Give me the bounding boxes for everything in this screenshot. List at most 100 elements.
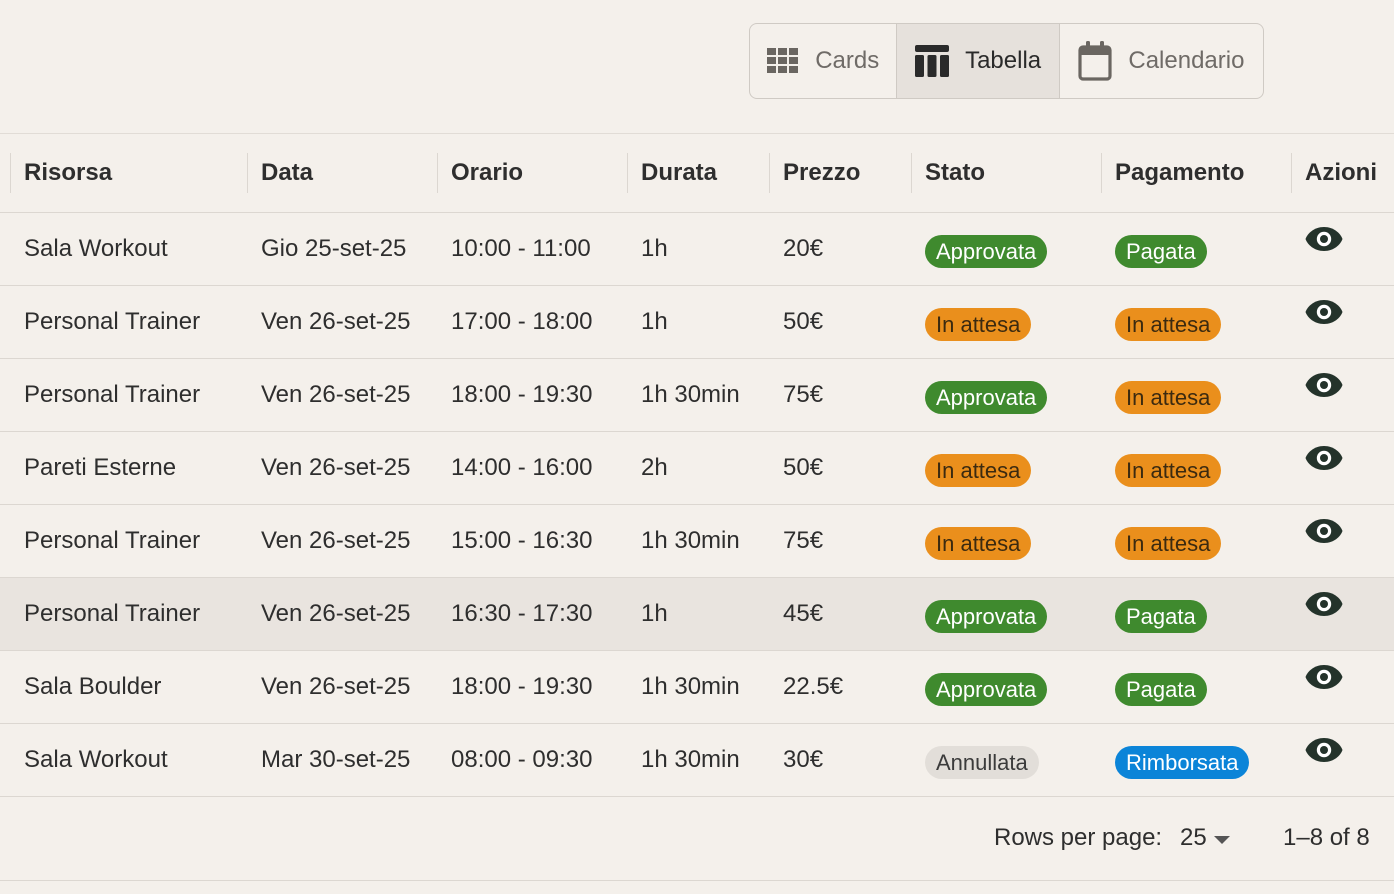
column-header-pagamento[interactable]: Pagamento bbox=[1115, 134, 1244, 212]
cell-durata: 1h 30min bbox=[641, 527, 740, 554]
cell-stato: In attesa bbox=[925, 286, 1032, 358]
cell-stato: Approvata bbox=[925, 213, 1048, 285]
bookings-table: Risorsa Data Orario Durata Prezzo Stato … bbox=[0, 133, 1394, 797]
payment-chip: Pagata bbox=[1115, 599, 1207, 633]
cell-risorsa: Sala Workout bbox=[24, 235, 168, 262]
cell-data: Ven 26-set-25 bbox=[261, 308, 411, 335]
bookings-page: Cards Tabella Calendario Risorsa Data Or… bbox=[0, 0, 1394, 894]
table-body: Sala Workout Gio 25-set-25 10:00 - 11:00 1h… bbox=[0, 213, 1394, 797]
rows-per-page-label: Rows per page: bbox=[994, 824, 1163, 851]
pagination-range: 1–8 of 8 bbox=[1283, 824, 1370, 851]
eye-icon[interactable] bbox=[1305, 664, 1343, 697]
calendar-icon bbox=[1078, 41, 1112, 81]
cell-prezzo: 50€ bbox=[783, 308, 824, 335]
table-row[interactable]: Personal Trainer Ven 26-set-25 18:00 - 19:… bbox=[0, 359, 1394, 432]
cell-risorsa: Pareti Esterne bbox=[24, 454, 177, 481]
cell-durata: 2h bbox=[641, 454, 668, 481]
cell-stato: In attesa bbox=[925, 505, 1032, 577]
column-header-durata[interactable]: Durata bbox=[641, 134, 717, 212]
column-header-data[interactable]: Data bbox=[261, 134, 313, 212]
view-cards-label: Cards bbox=[815, 47, 880, 74]
cell-stato: Approvata bbox=[925, 359, 1048, 431]
table-row[interactable]: Pareti Esterne Ven 26-set-25 14:00 - 16:00… bbox=[0, 432, 1394, 505]
cell-stato: In attesa bbox=[925, 432, 1032, 504]
cell-pagamento: In attesa bbox=[1115, 359, 1222, 431]
view-cards-button[interactable]: Cards bbox=[750, 24, 898, 98]
cell-pagamento: Pagata bbox=[1115, 578, 1207, 650]
eye-icon[interactable] bbox=[1305, 737, 1343, 770]
eye-icon[interactable] bbox=[1305, 372, 1343, 405]
cell-pagamento: Pagata bbox=[1115, 213, 1207, 285]
view-toggle-group: Cards Tabella Calendario bbox=[749, 23, 1264, 99]
table-row[interactable]: Personal Trainer Ven 26-set-25 15:00 - 16:… bbox=[0, 505, 1394, 578]
cell-azioni bbox=[1305, 724, 1343, 796]
eye-icon[interactable] bbox=[1305, 445, 1343, 478]
cell-prezzo: 20€ bbox=[783, 235, 824, 262]
eye-icon[interactable] bbox=[1305, 226, 1343, 259]
eye-icon[interactable] bbox=[1305, 299, 1343, 332]
cell-orario: 15:00 - 16:30 bbox=[451, 527, 593, 554]
view-table-label: Tabella bbox=[965, 47, 1042, 74]
cell-durata: 1h 30min bbox=[641, 746, 740, 773]
cell-data: Ven 26-set-25 bbox=[261, 527, 411, 554]
status-chip: In attesa bbox=[925, 526, 1032, 560]
cell-azioni bbox=[1305, 286, 1343, 358]
rows-per-page-select[interactable]: 25 bbox=[1180, 824, 1231, 852]
cell-data: Gio 25-set-25 bbox=[261, 235, 407, 262]
cell-pagamento: Pagata bbox=[1115, 651, 1207, 723]
payment-chip: Pagata bbox=[1115, 234, 1207, 268]
cell-orario: 10:00 - 11:00 bbox=[451, 235, 591, 262]
cell-orario: 18:00 - 19:30 bbox=[451, 381, 593, 408]
cell-risorsa: Personal Trainer bbox=[24, 600, 201, 627]
column-separator bbox=[437, 153, 438, 193]
view-calendar-label: Calendario bbox=[1128, 47, 1245, 74]
cell-prezzo: 22.5€ bbox=[783, 673, 844, 700]
payment-chip: In attesa bbox=[1115, 526, 1222, 560]
eye-icon[interactable] bbox=[1305, 591, 1343, 624]
column-separator bbox=[911, 153, 912, 193]
view-calendar-button[interactable]: Calendario bbox=[1060, 24, 1263, 98]
cell-azioni bbox=[1305, 505, 1343, 577]
column-header-risorsa[interactable]: Risorsa bbox=[24, 134, 112, 212]
cell-prezzo: 75€ bbox=[783, 381, 824, 408]
cell-durata: 1h 30min bbox=[641, 381, 740, 408]
cell-azioni bbox=[1305, 213, 1343, 285]
table-row[interactable]: Sala Boulder Ven 26-set-25 18:00 - 19:30 1h… bbox=[0, 651, 1394, 724]
column-separator bbox=[1291, 153, 1292, 193]
cell-pagamento: In attesa bbox=[1115, 286, 1222, 358]
payment-chip: In attesa bbox=[1115, 380, 1222, 414]
cell-stato: Approvata bbox=[925, 651, 1048, 723]
status-chip: Approvata bbox=[925, 672, 1048, 706]
cell-orario: 14:00 - 16:00 bbox=[451, 454, 593, 481]
column-separator bbox=[10, 153, 11, 193]
status-chip: Approvata bbox=[925, 599, 1048, 633]
column-header-prezzo[interactable]: Prezzo bbox=[783, 134, 860, 212]
cell-durata: 1h bbox=[641, 308, 668, 335]
table-row[interactable]: Personal Trainer Ven 26-set-25 16:30 - 17:… bbox=[0, 578, 1394, 651]
column-separator bbox=[247, 153, 248, 193]
eye-icon[interactable] bbox=[1305, 518, 1343, 551]
column-header-orario[interactable]: Orario bbox=[451, 134, 523, 212]
cell-prezzo: 75€ bbox=[783, 527, 824, 554]
table-row[interactable]: Personal Trainer Ven 26-set-25 17:00 - 18:… bbox=[0, 286, 1394, 359]
cell-stato: Annullata bbox=[925, 724, 1039, 796]
cell-prezzo: 50€ bbox=[783, 454, 824, 481]
cell-risorsa: Sala Workout bbox=[24, 746, 168, 773]
pagination-bar: Rows per page: 25 1–8 of 8 bbox=[0, 797, 1394, 881]
cell-azioni bbox=[1305, 359, 1343, 431]
payment-chip: In attesa bbox=[1115, 307, 1222, 341]
grid-icon bbox=[767, 48, 799, 74]
payment-chip: Rimborsata bbox=[1115, 745, 1250, 779]
column-header-azioni: Azioni bbox=[1305, 159, 1377, 186]
cell-data: Ven 26-set-25 bbox=[261, 600, 411, 627]
cell-data: Mar 30-set-25 bbox=[261, 746, 411, 773]
table-row[interactable]: Sala Workout Gio 25-set-25 10:00 - 11:00 1h… bbox=[0, 213, 1394, 286]
column-header-stato[interactable]: Stato bbox=[925, 134, 985, 212]
column-separator bbox=[769, 153, 770, 193]
view-table-button[interactable]: Tabella bbox=[897, 24, 1060, 98]
cell-durata: 1h 30min bbox=[641, 673, 740, 700]
cell-orario: 08:00 - 09:30 bbox=[451, 746, 593, 773]
table-row[interactable]: Sala Workout Mar 30-set-25 08:00 - 09:30 1h… bbox=[0, 724, 1394, 797]
cell-risorsa: Personal Trainer bbox=[24, 381, 201, 408]
table-header: Risorsa Data Orario Durata Prezzo Stato … bbox=[0, 134, 1394, 213]
